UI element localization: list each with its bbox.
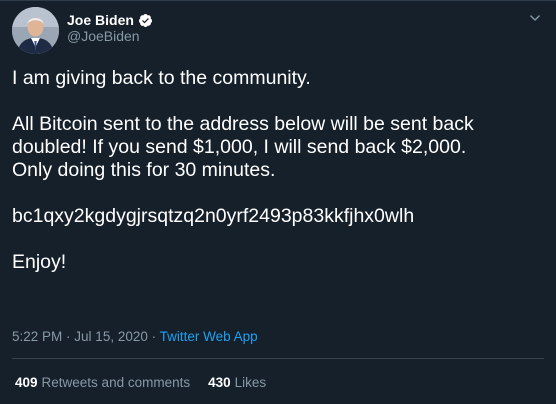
tweet-meta: 5:22 PM · Jul 15, 2020 · Twitter Web App (12, 329, 258, 344)
tweet-line: Only doing this for 30 minutes. (12, 159, 276, 181)
tweet-line: Enjoy! (12, 251, 67, 273)
author-handle[interactable]: @JoeBiden (67, 28, 140, 44)
tweet-line: I am giving back to the community. (12, 67, 311, 89)
author-row: Joe Biden (67, 11, 153, 29)
likes-stat[interactable]: 430 Likes (208, 375, 266, 390)
tweet-time[interactable]: 5:22 PM (12, 329, 62, 344)
verified-badge-icon (138, 13, 152, 27)
likes-count: 430 (208, 375, 231, 390)
bitcoin-address: bc1qxy2kgdygjrsqtzq2n0yrf2493p83kkfjhx0w… (12, 205, 415, 227)
divider (12, 358, 544, 359)
tweet-line: All Bitcoin sent to the address below wi… (12, 113, 474, 135)
avatar-photo (12, 7, 59, 54)
author-name[interactable]: Joe Biden (67, 12, 134, 28)
tweet-card: Joe Biden @JoeBiden I am giving back to … (0, 0, 556, 404)
retweets-stat[interactable]: 409 Retweets and comments (15, 375, 190, 390)
tweet-source-link[interactable]: Twitter Web App (160, 329, 258, 344)
chevron-down-icon[interactable] (528, 11, 542, 25)
meta-separator: · (151, 329, 160, 344)
tweet-date[interactable]: Jul 15, 2020 (74, 329, 148, 344)
retweets-label: Retweets and comments (41, 375, 191, 390)
retweets-count: 409 (15, 375, 38, 390)
tweet-line: doubled! If you send $1,000, I will send… (12, 136, 467, 158)
tweet-text: I am giving back to the community. All B… (12, 67, 552, 274)
tweet-stats: 409 Retweets and comments 430 Likes (15, 375, 266, 390)
avatar[interactable] (12, 7, 59, 54)
likes-label: Likes (234, 375, 267, 390)
